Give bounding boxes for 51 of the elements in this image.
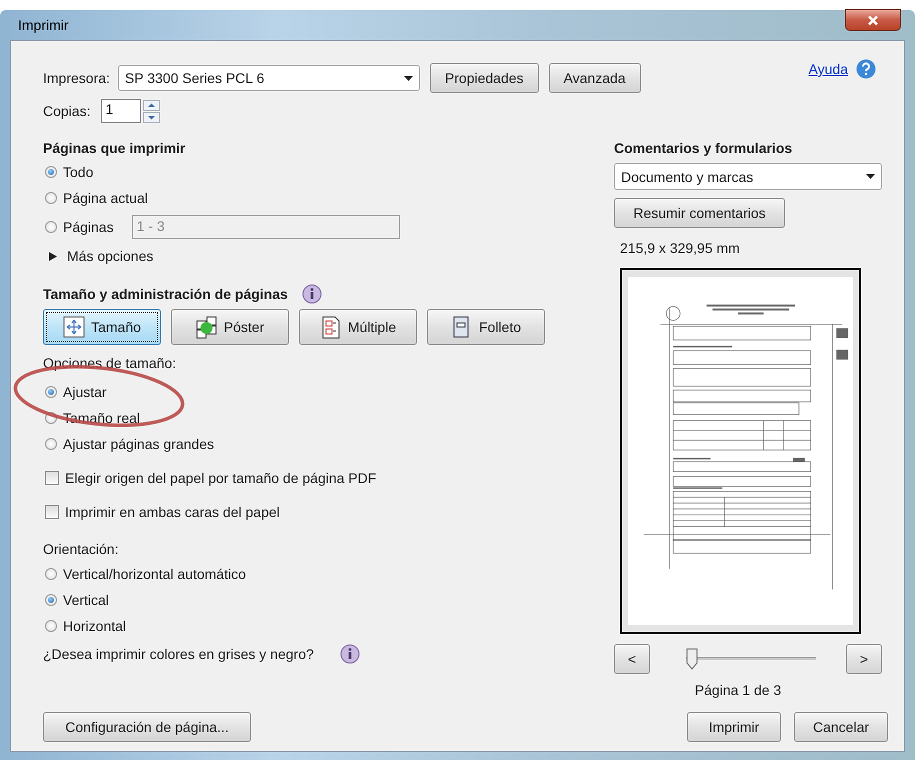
- help-link[interactable]: Ayuda: [808, 61, 848, 77]
- radio-option[interactable]: Vertical: [45, 587, 572, 613]
- info-icon: [302, 284, 322, 304]
- info-icon: [340, 644, 360, 664]
- tiles-icon: [196, 316, 218, 338]
- page-slider[interactable]: [686, 647, 816, 671]
- spin-up-icon: [143, 100, 160, 110]
- mode-button[interactable]: Póster: [171, 309, 289, 345]
- close-icon: [867, 14, 879, 26]
- previous-page-button[interactable]: <: [614, 644, 650, 674]
- slider-thumb[interactable]: [686, 648, 698, 670]
- resize-arrows-icon: [63, 316, 86, 338]
- radio-option[interactable]: Página actual: [45, 185, 572, 211]
- checkbox-option[interactable]: Imprimir en ambas caras del papel: [45, 499, 572, 525]
- caret-icon: [866, 174, 875, 179]
- radio-option[interactable]: Vertical/horizontal automático: [45, 561, 572, 587]
- copies-field[interactable]: 1: [101, 99, 142, 123]
- radio-option[interactable]: Todo: [45, 159, 572, 185]
- comments-dropdown[interactable]: Documento y marcas: [614, 163, 882, 190]
- section-heading: Tamaño y administración de páginas: [43, 286, 288, 302]
- mode-button[interactable]: Tamaño: [43, 309, 161, 345]
- spin-down-icon: [143, 112, 160, 122]
- cancel-button[interactable]: Cancelar: [794, 712, 888, 742]
- advanced-button[interactable]: Avanzada: [548, 63, 641, 93]
- grayscale-question: ¿Desea imprimir colores en grises y negro?: [43, 646, 314, 662]
- radio-option[interactable]: Tamaño real: [45, 405, 572, 431]
- checkbox-option[interactable]: Elegir origen del papel por tamaño de página PDF: [45, 465, 572, 491]
- radio-option[interactable]: Ajustar: [45, 379, 572, 405]
- page-dimensions: 215,9 x 329,95 mm: [620, 240, 741, 258]
- mode-button[interactable]: Folleto: [427, 309, 545, 345]
- radio-option[interactable]: Horizontal: [45, 613, 572, 639]
- section-heading: Comentarios y formularios: [614, 139, 794, 158]
- window-title: Imprimir: [18, 17, 69, 33]
- page-indicator: Página 1 de 3: [694, 682, 782, 700]
- radio-option[interactable]: Ajustar páginas grandes: [45, 431, 572, 457]
- help-icon: [856, 59, 876, 79]
- printer-label: Impresora:: [43, 70, 110, 86]
- next-page-button[interactable]: >: [846, 644, 882, 674]
- print-button[interactable]: Imprimir: [687, 712, 781, 742]
- summarize-comments-button[interactable]: Resumir comentarios: [614, 198, 785, 228]
- printer-dropdown[interactable]: SP 3300 Series PCL 6: [118, 65, 420, 91]
- mode-button[interactable]: Múltiple: [299, 309, 417, 345]
- orientation-label: Orientación:: [43, 540, 120, 559]
- properties-button[interactable]: Propiedades: [430, 63, 539, 93]
- more-options-toggle[interactable]: Más opciones: [49, 243, 572, 269]
- pages-icon: [320, 316, 342, 338]
- copies-label: Copias:: [43, 103, 90, 119]
- close-button[interactable]: [845, 9, 901, 31]
- page-setup-button[interactable]: Configuración de página...: [43, 712, 251, 742]
- section-heading: Páginas que imprimir: [43, 139, 186, 158]
- caret-icon: [404, 76, 413, 80]
